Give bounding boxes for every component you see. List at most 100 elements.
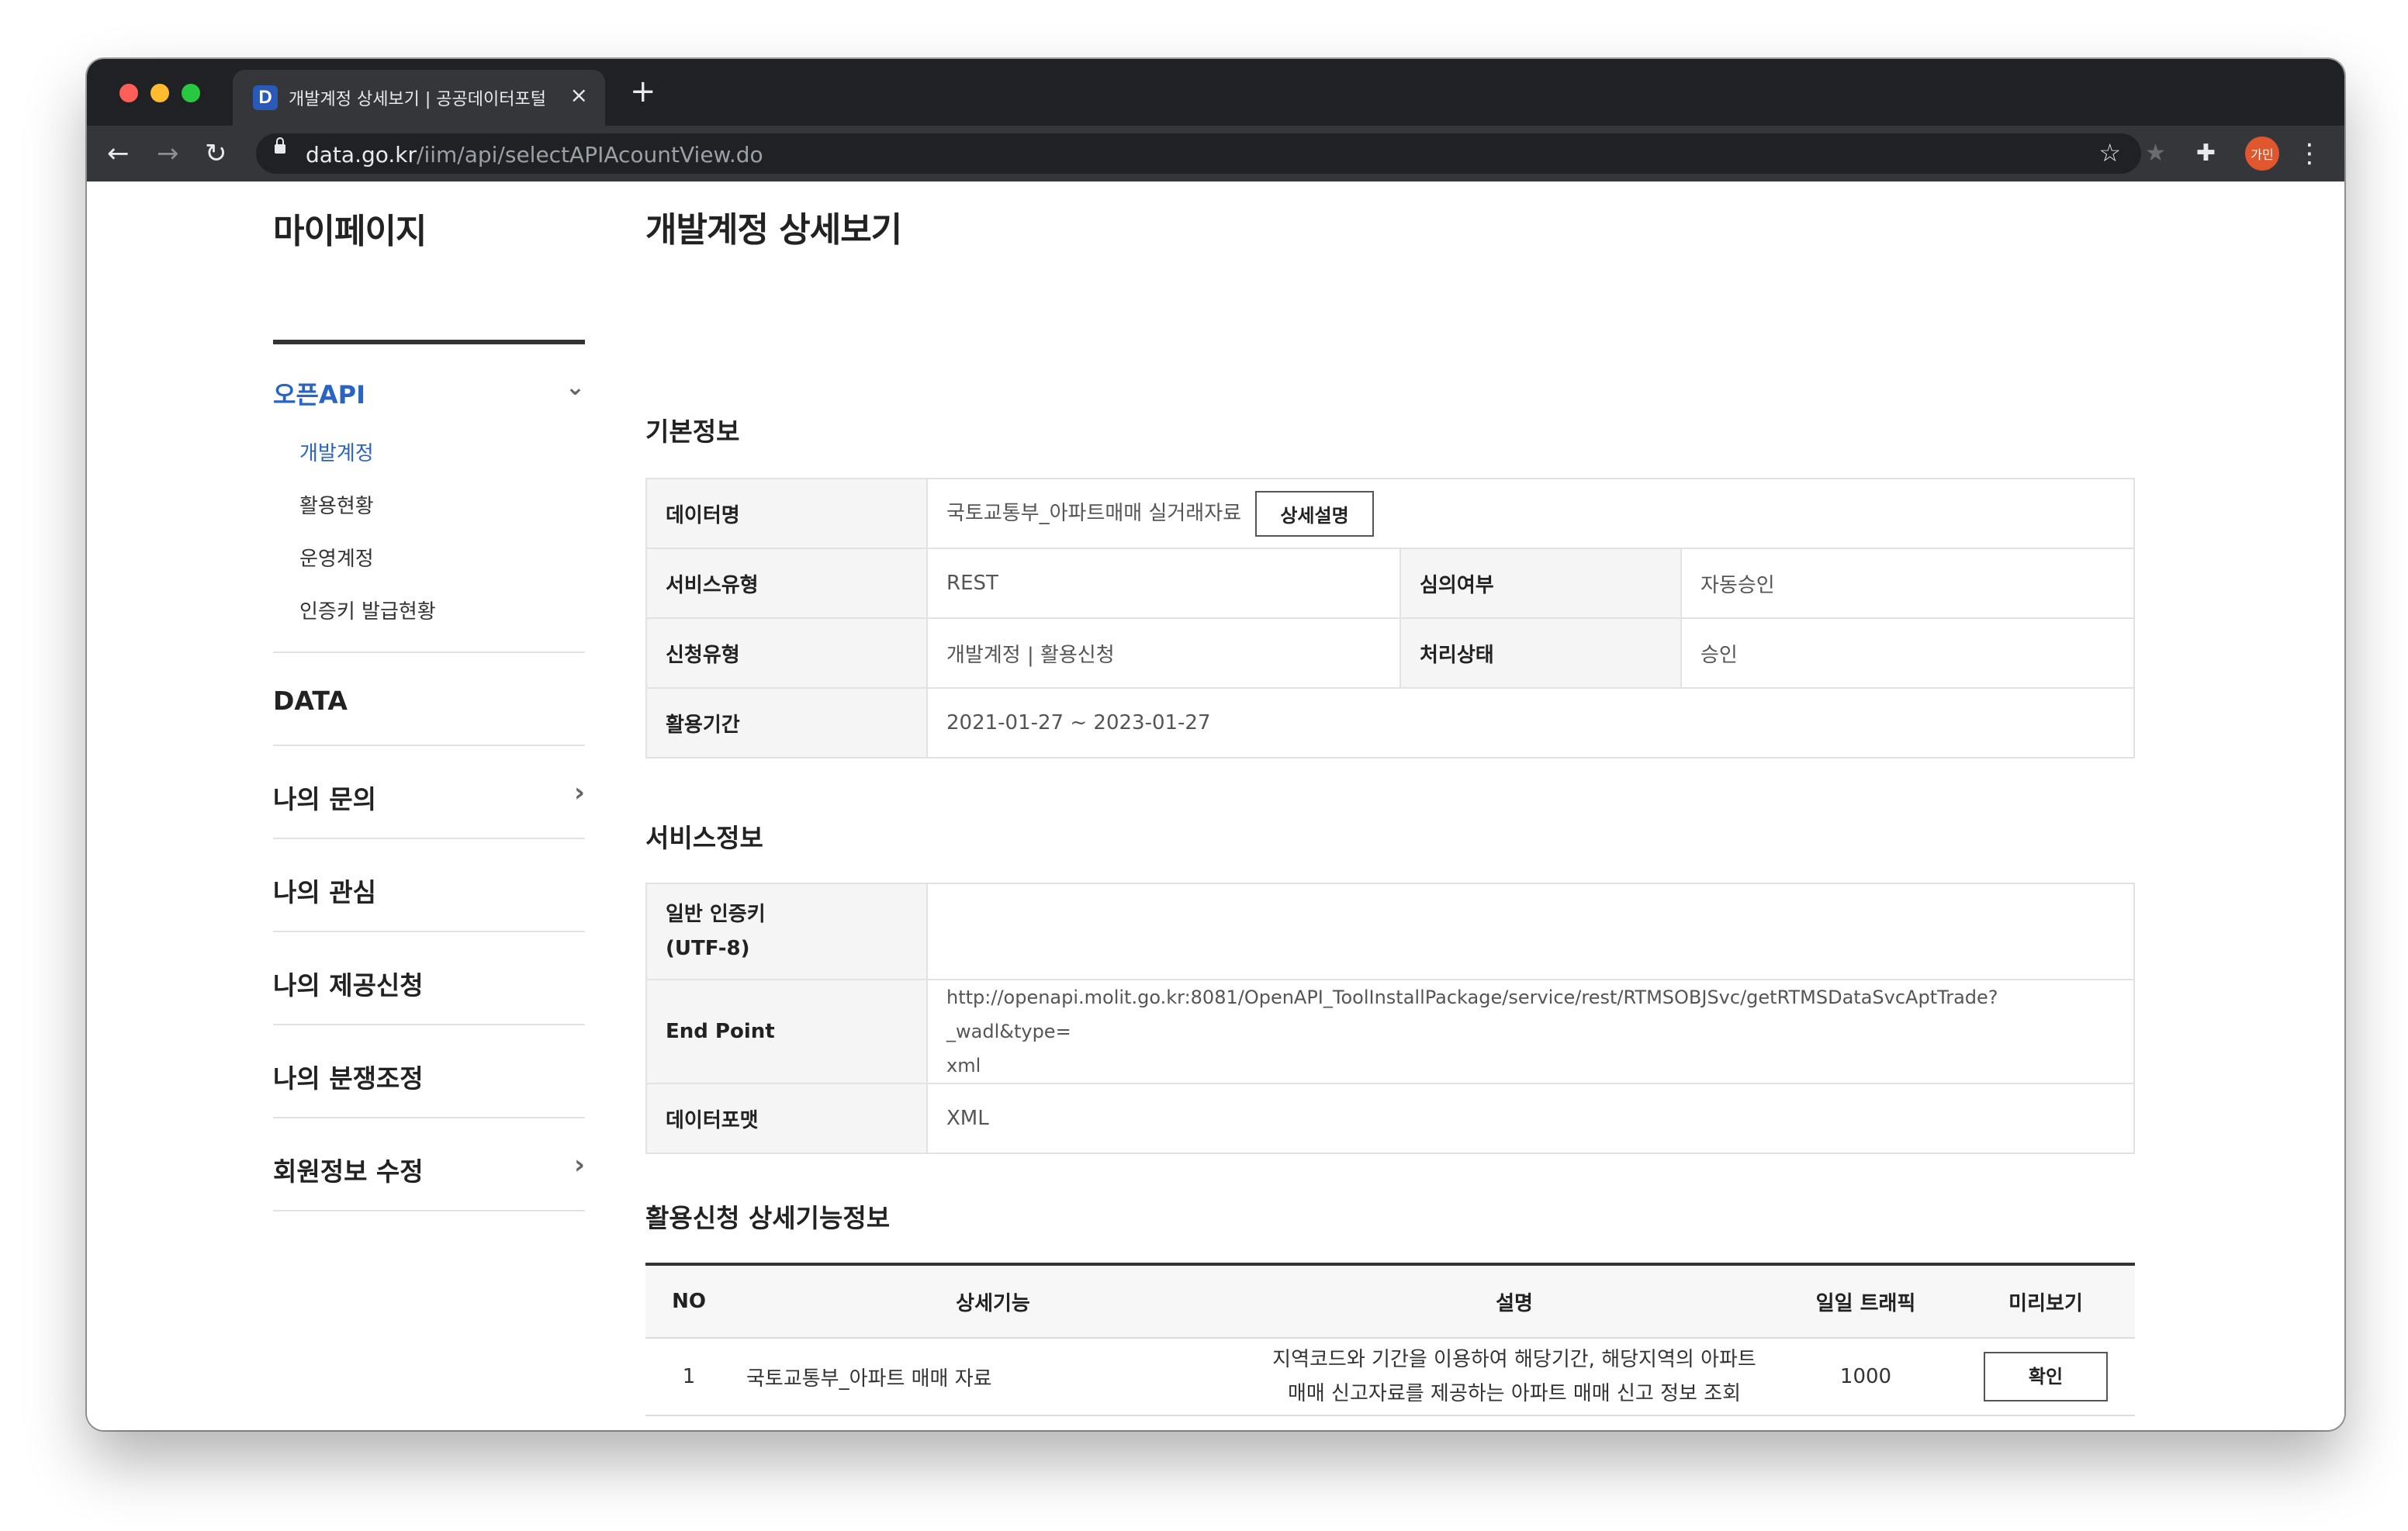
- reload-icon[interactable]: ↻: [205, 135, 227, 172]
- extension-star-icon[interactable]: ★: [2145, 138, 2166, 169]
- review-value: 자동승인: [1680, 548, 2135, 619]
- basic-info-heading: 기본정보: [645, 416, 740, 447]
- divider: [273, 931, 585, 932]
- bookmark-star-icon[interactable]: ☆: [2098, 138, 2121, 168]
- data-name-value: 국토교통부_아파트매매 실거래자료: [946, 501, 1242, 525]
- sidebar-item-dev-account[interactable]: 개발계정: [299, 437, 374, 466]
- table-row: 서비스유형 REST 심의여부 자동승인: [645, 548, 2135, 619]
- table-row: 1 국토교통부_아파트 매매 자료 지역코드와 기간을 이용하여 해당기간, 해…: [645, 1338, 2135, 1416]
- function-info-heading: 활용신청 상세기능정보: [645, 1203, 891, 1233]
- data-format-label: 데이터포맷: [645, 1083, 928, 1154]
- back-arrow-icon[interactable]: ←: [107, 135, 130, 172]
- chevron-right-icon: ›: [573, 1149, 585, 1180]
- col-header-no: NO: [645, 1264, 732, 1339]
- extensions-puzzle-icon[interactable]: ✚: [2196, 138, 2216, 169]
- row-function-name: 국토교통부_아파트 매매 자료: [732, 1338, 1254, 1416]
- service-info-heading: 서비스정보: [645, 823, 763, 853]
- divider: [273, 1210, 585, 1211]
- url-host: data.go.kr: [306, 142, 417, 168]
- row-no: 1: [645, 1338, 732, 1416]
- browser-menu-icon[interactable]: ⋮: [2296, 138, 2323, 169]
- sidebar-item-data[interactable]: DATA: [273, 686, 348, 716]
- status-value: 승인: [1680, 617, 2135, 689]
- divider: [273, 745, 585, 746]
- chevron-right-icon: ›: [573, 777, 585, 808]
- col-header-function: 상세기능: [732, 1264, 1254, 1339]
- service-info-table: 일반 인증키 (UTF-8) End Point http://openapi.…: [645, 883, 2135, 1154]
- sidebar-item-my-inquiry[interactable]: 나의 문의 ›: [273, 777, 585, 816]
- tab-close-icon[interactable]: ×: [570, 82, 588, 108]
- status-label: 처리상태: [1399, 617, 1682, 689]
- endpoint-value-line2: xml: [946, 1055, 981, 1077]
- auth-key-label-line1: 일반 인증키: [666, 903, 766, 926]
- table-row: 데이터포맷 XML: [645, 1083, 2135, 1154]
- browser-toolbar: ← → ↻ data.go.kr/iim/api/selectAPIAcount…: [87, 126, 2344, 181]
- function-info-table: NO 상세기능 설명 일일 트래픽 미리보기 1 국토교통부_아파트 매매 자료…: [645, 1263, 2135, 1416]
- sidebar-item-label: 회원정보 수정: [273, 1156, 424, 1187]
- sidebar-item-operation-account[interactable]: 운영계정: [299, 543, 374, 572]
- table-header-row: NO 상세기능 설명 일일 트래픽 미리보기: [645, 1264, 2135, 1339]
- forward-arrow-icon[interactable]: →: [157, 135, 179, 172]
- row-preview-cell: 확인: [1956, 1338, 2135, 1416]
- url-text: data.go.kr/iim/api/selectAPIAcountView.d…: [306, 142, 763, 168]
- zoom-window-button[interactable]: [182, 84, 200, 102]
- sidebar-section-label: 오픈API: [273, 380, 366, 410]
- service-type-value: REST: [926, 548, 1401, 619]
- sidebar-item-edit-member-info[interactable]: 회원정보 수정 ›: [273, 1149, 585, 1188]
- divider: [273, 1024, 585, 1025]
- sidebar-item-my-interest[interactable]: 나의 관심: [273, 872, 376, 909]
- close-window-button[interactable]: [119, 84, 138, 102]
- review-label: 심의여부: [1399, 548, 1682, 619]
- divider: [273, 1117, 585, 1118]
- lock-icon: [275, 137, 285, 154]
- sidebar-item-label: 나의 문의: [273, 784, 376, 814]
- page-content: 마이페이지 오픈API ⌄ 개발계정 활용현황 운영계정 인증키 발급현황 DA…: [87, 181, 2344, 1430]
- apply-type-label: 신청유형: [645, 617, 928, 689]
- divider: [273, 838, 585, 839]
- service-type-label: 서비스유형: [645, 548, 928, 619]
- apply-type-value: 개발계정 | 활용신청: [926, 617, 1401, 689]
- period-value: 2021-01-27 ~ 2023-01-27: [926, 687, 2135, 759]
- data-format-value: XML: [926, 1083, 2135, 1154]
- endpoint-value: http://openapi.molit.go.kr:8081/OpenAPI_…: [926, 979, 2135, 1084]
- table-row: 신청유형 개발계정 | 활용신청 처리상태 승인: [645, 617, 2135, 689]
- period-label: 활용기간: [645, 687, 928, 759]
- table-row: 데이터명 국토교통부_아파트매매 실거래자료 상세설명: [645, 478, 2135, 549]
- sidebar-title-divider: [273, 340, 585, 344]
- row-description: 지역코드와 기간을 이용하여 해당기간, 해당지역의 아파트 매매 신고자료를 …: [1254, 1338, 1775, 1416]
- basic-info-table: 데이터명 국토교통부_아파트매매 실거래자료 상세설명 서비스유형 REST 심…: [645, 478, 2135, 759]
- tab-title: 개발계정 상세보기 | 공공데이터포털: [289, 90, 546, 109]
- preview-confirm-button[interactable]: 확인: [1984, 1352, 2108, 1401]
- browser-tab[interactable]: D 개발계정 상세보기 | 공공데이터포털 ×: [233, 70, 605, 126]
- row-description-line1: 지역코드와 기간을 이용하여 해당기간, 해당지역의 아파트: [1272, 1348, 1756, 1371]
- sidebar-section-open-api[interactable]: 오픈API ⌄: [273, 374, 585, 411]
- sidebar-item-my-dispute[interactable]: 나의 분쟁조정: [273, 1058, 424, 1095]
- data-name-cell: 국토교통부_아파트매매 실거래자료 상세설명: [926, 478, 2135, 549]
- sidebar-item-usage-status[interactable]: 활용현황: [299, 490, 374, 519]
- auth-key-value: [926, 883, 2135, 980]
- chevron-down-icon: ⌄: [565, 374, 585, 401]
- auth-key-label: 일반 인증키 (UTF-8): [645, 883, 928, 980]
- sidebar-item-my-provision[interactable]: 나의 제공신청: [273, 965, 424, 1002]
- new-tab-button[interactable]: +: [630, 76, 656, 107]
- col-header-description: 설명: [1254, 1264, 1775, 1339]
- title-bar: D 개발계정 상세보기 | 공공데이터포털 × +: [87, 59, 2344, 126]
- col-header-traffic: 일일 트래픽: [1775, 1264, 1956, 1339]
- detail-description-button[interactable]: 상세설명: [1255, 490, 1374, 537]
- sidebar-title: 마이페이지: [273, 212, 427, 251]
- minimize-window-button[interactable]: [150, 84, 169, 102]
- profile-avatar[interactable]: 가민: [2245, 137, 2279, 171]
- sidebar-item-auth-key-status[interactable]: 인증키 발급현황: [299, 596, 436, 624]
- col-header-preview: 미리보기: [1956, 1264, 2135, 1339]
- page-title: 개발계정 상세보기: [645, 210, 902, 250]
- data-name-label: 데이터명: [645, 478, 928, 549]
- endpoint-value-line1: http://openapi.molit.go.kr:8081/OpenAPI_…: [946, 987, 1998, 1042]
- browser-window: D 개발계정 상세보기 | 공공데이터포털 × + ← → ↻ data.go.…: [87, 59, 2344, 1430]
- address-bar[interactable]: data.go.kr/iim/api/selectAPIAcountView.d…: [256, 133, 2141, 174]
- auth-key-label-line2: (UTF-8): [666, 937, 750, 960]
- endpoint-label: End Point: [645, 979, 928, 1084]
- divider: [273, 651, 585, 653]
- table-row: 일반 인증키 (UTF-8): [645, 883, 2135, 980]
- table-row: 활용기간 2021-01-27 ~ 2023-01-27: [645, 687, 2135, 759]
- url-path: /iim/api/selectAPIAcountView.do: [417, 142, 763, 168]
